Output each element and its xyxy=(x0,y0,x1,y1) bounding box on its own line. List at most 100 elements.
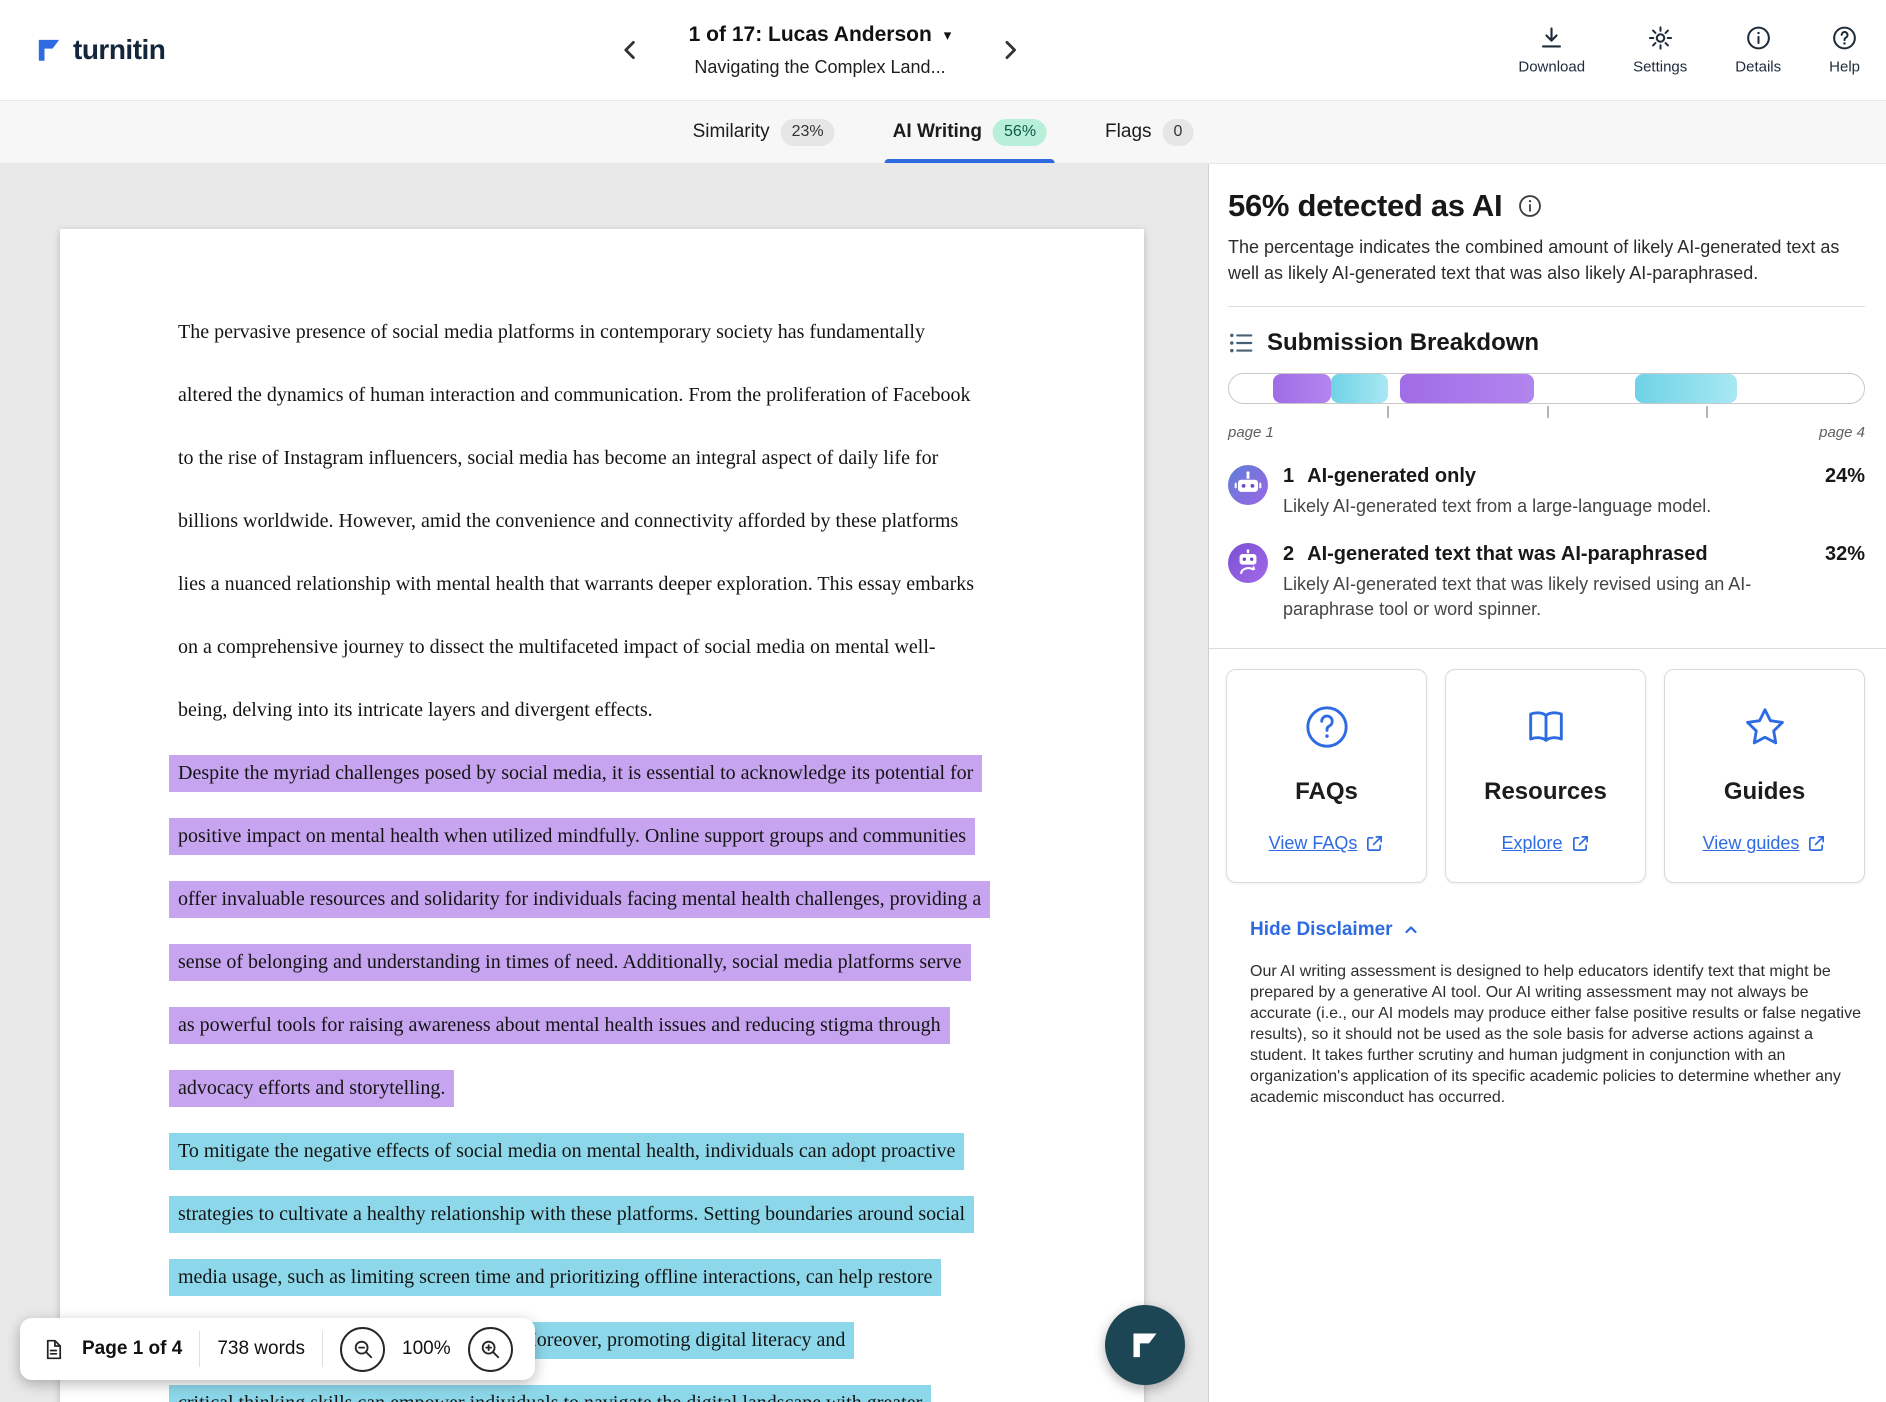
view-faqs-link[interactable]: View FAQs xyxy=(1269,833,1385,854)
list-icon xyxy=(1228,330,1254,356)
breakdown-item-ai-generated: 1 AI-generated only 24% Likely AI-genera… xyxy=(1228,465,1865,519)
chevron-left-icon xyxy=(618,37,644,63)
chevron-down-icon: ▾ xyxy=(944,26,952,44)
question-circle-icon xyxy=(1304,704,1350,750)
document-line: To mitigate the negative effects of soci… xyxy=(178,1120,1144,1183)
ai-detection-description: The percentage indicates the combined am… xyxy=(1228,234,1865,286)
help-icon xyxy=(1831,25,1858,52)
settings-button[interactable]: Settings xyxy=(1633,25,1687,76)
details-button[interactable]: Details xyxy=(1735,25,1781,76)
highlighted-text-line-purple[interactable]: advocacy efforts and storytelling. xyxy=(169,1070,454,1107)
breakdown-bar-segment-purple xyxy=(1400,374,1533,403)
highlighted-text-line-purple[interactable]: sense of belonging and understanding in … xyxy=(169,944,971,981)
help-button[interactable]: Help xyxy=(1829,25,1860,76)
document-line: lies a nuanced relationship with mental … xyxy=(178,553,1144,616)
next-submission-button[interactable] xyxy=(991,32,1027,68)
toolbar-divider xyxy=(199,1331,200,1367)
resource-cards: FAQs View FAQs Resources Explore xyxy=(1209,649,1886,883)
report-tab-bar: Similarity 23% AI Writing 56% Flags 0 xyxy=(0,101,1886,164)
document-line: altered the dynamics of human interactio… xyxy=(178,364,1144,427)
highlighted-text-line-purple[interactable]: offer invaluable resources and solidarit… xyxy=(169,881,990,918)
disclaimer-text: Our AI writing assessment is designed to… xyxy=(1250,961,1865,1108)
document-text-line: The pervasive presence of social media p… xyxy=(169,314,934,351)
turnitin-logo: turnitin xyxy=(34,34,165,66)
breakdown-bar-segment-cyan xyxy=(1331,374,1388,403)
prev-submission-button[interactable] xyxy=(613,32,649,68)
zoom-in-button[interactable] xyxy=(468,1327,513,1372)
highlighted-text-line-cyan[interactable]: To mitigate the negative effects of soci… xyxy=(169,1133,964,1170)
document-line: advocacy efforts and storytelling. xyxy=(178,1057,1144,1120)
view-guides-link[interactable]: View guides xyxy=(1703,833,1827,854)
info-icon xyxy=(1745,25,1772,52)
breakdown-bar xyxy=(1228,373,1865,404)
main-area: The pervasive presence of social media p… xyxy=(0,164,1886,1402)
page-boundary-tick xyxy=(1547,406,1549,418)
document-text-line: billions worldwide. However, amid the co… xyxy=(169,503,967,540)
similarity-badge: 23% xyxy=(781,119,835,146)
ai-writing-badge: 56% xyxy=(993,119,1047,146)
turnitin-wordmark: turnitin xyxy=(73,34,165,66)
highlighted-text-line-cyan[interactable]: strategies to cultivate a healthy relati… xyxy=(169,1196,974,1233)
document-line: sense of belonging and understanding in … xyxy=(178,931,1144,994)
turnitin-logo-icon xyxy=(34,35,64,65)
document-line: offer invaluable resources and solidarit… xyxy=(178,868,1144,931)
toolbar-divider xyxy=(322,1331,323,1367)
document-line: as powerful tools for raising awareness … xyxy=(178,994,1144,1057)
panel-divider xyxy=(1228,306,1865,307)
document-line: Despite the myriad challenges posed by s… xyxy=(178,742,1144,805)
open-book-icon xyxy=(1523,704,1569,750)
submission-selector-label: 1 of 17: Lucas Anderson xyxy=(689,23,932,47)
document-text: The pervasive presence of social media p… xyxy=(60,229,1144,1402)
document-viewer[interactable]: The pervasive presence of social media p… xyxy=(0,164,1208,1402)
download-icon xyxy=(1538,25,1565,52)
document-text-line: to the rise of Instagram influencers, so… xyxy=(169,440,947,477)
page-toolbar: Page 1 of 4 738 words 100% xyxy=(20,1318,535,1380)
page-start-label: page 1 xyxy=(1228,424,1274,441)
faqs-card: FAQs View FAQs xyxy=(1226,669,1427,883)
flags-badge: 0 xyxy=(1163,119,1194,146)
chevron-right-icon xyxy=(996,37,1022,63)
tab-similarity[interactable]: Similarity 23% xyxy=(693,101,835,163)
document-text-line: on a comprehensive journey to dissect th… xyxy=(169,629,945,666)
ai-robot-icon xyxy=(1228,465,1268,505)
explore-resources-link[interactable]: Explore xyxy=(1501,833,1589,854)
document-page: The pervasive presence of social media p… xyxy=(60,229,1144,1402)
highlighted-text-line-purple[interactable]: Despite the myriad challenges posed by s… xyxy=(169,755,982,792)
turnitin-app: turnitin 1 of 17: Lucas Anderson ▾ Navig… xyxy=(0,0,1886,1402)
submission-title: Navigating the Complex Land... xyxy=(689,57,952,78)
zoom-out-button[interactable] xyxy=(340,1327,385,1372)
resources-card: Resources Explore xyxy=(1445,669,1646,883)
submission-navigator: 1 of 17: Lucas Anderson ▾ Navigating the… xyxy=(613,0,1028,100)
document-line: positive impact on mental health when ut… xyxy=(178,805,1144,868)
guides-card: Guides View guides xyxy=(1664,669,1865,883)
document-line: media usage, such as limiting screen tim… xyxy=(178,1246,1144,1309)
highlighted-text-line-cyan[interactable]: critical thinking skills can empower ind… xyxy=(169,1385,931,1402)
document-line: being, delving into its intricate layers… xyxy=(178,679,1144,742)
hide-disclaimer-toggle[interactable]: Hide Disclaimer xyxy=(1250,919,1419,941)
highlighted-text-line-purple[interactable]: as powerful tools for raising awareness … xyxy=(169,1007,950,1044)
page-indicator: Page 1 of 4 xyxy=(82,1338,182,1360)
highlighted-text-line-cyan[interactable]: media usage, such as limiting screen tim… xyxy=(169,1259,941,1296)
document-line: to the rise of Instagram influencers, so… xyxy=(178,427,1144,490)
ai-generated-percentage: 24% xyxy=(1825,465,1865,488)
document-line: strategies to cultivate a healthy relati… xyxy=(178,1183,1144,1246)
submission-info: 1 of 17: Lucas Anderson ▾ Navigating the… xyxy=(689,23,952,78)
external-link-icon xyxy=(1571,834,1590,853)
document-line: The pervasive presence of social media p… xyxy=(178,301,1144,364)
turnitin-fab-button[interactable] xyxy=(1105,1305,1185,1385)
zoom-level: 100% xyxy=(402,1338,451,1360)
headline-info-button[interactable] xyxy=(1517,193,1543,219)
download-button[interactable]: Download xyxy=(1518,25,1585,76)
ai-paraphrase-robot-icon xyxy=(1228,543,1268,583)
tab-ai-writing[interactable]: AI Writing 56% xyxy=(893,101,1047,163)
magnifier-plus-icon xyxy=(479,1338,501,1360)
breakdown-page-ticks xyxy=(1228,406,1865,420)
ai-detection-headline: 56% detected as AI xyxy=(1228,188,1502,224)
highlighted-text-line-purple[interactable]: positive impact on mental health when ut… xyxy=(169,818,975,855)
word-count: 738 words xyxy=(217,1338,305,1360)
info-icon xyxy=(1517,193,1543,219)
top-actions: Download Settings Details Help xyxy=(1518,25,1860,76)
tab-flags[interactable]: Flags 0 xyxy=(1105,101,1193,163)
submission-selector[interactable]: 1 of 17: Lucas Anderson ▾ xyxy=(689,23,952,47)
ai-writing-panel: 56% detected as AI The percentage indica… xyxy=(1208,164,1886,1402)
